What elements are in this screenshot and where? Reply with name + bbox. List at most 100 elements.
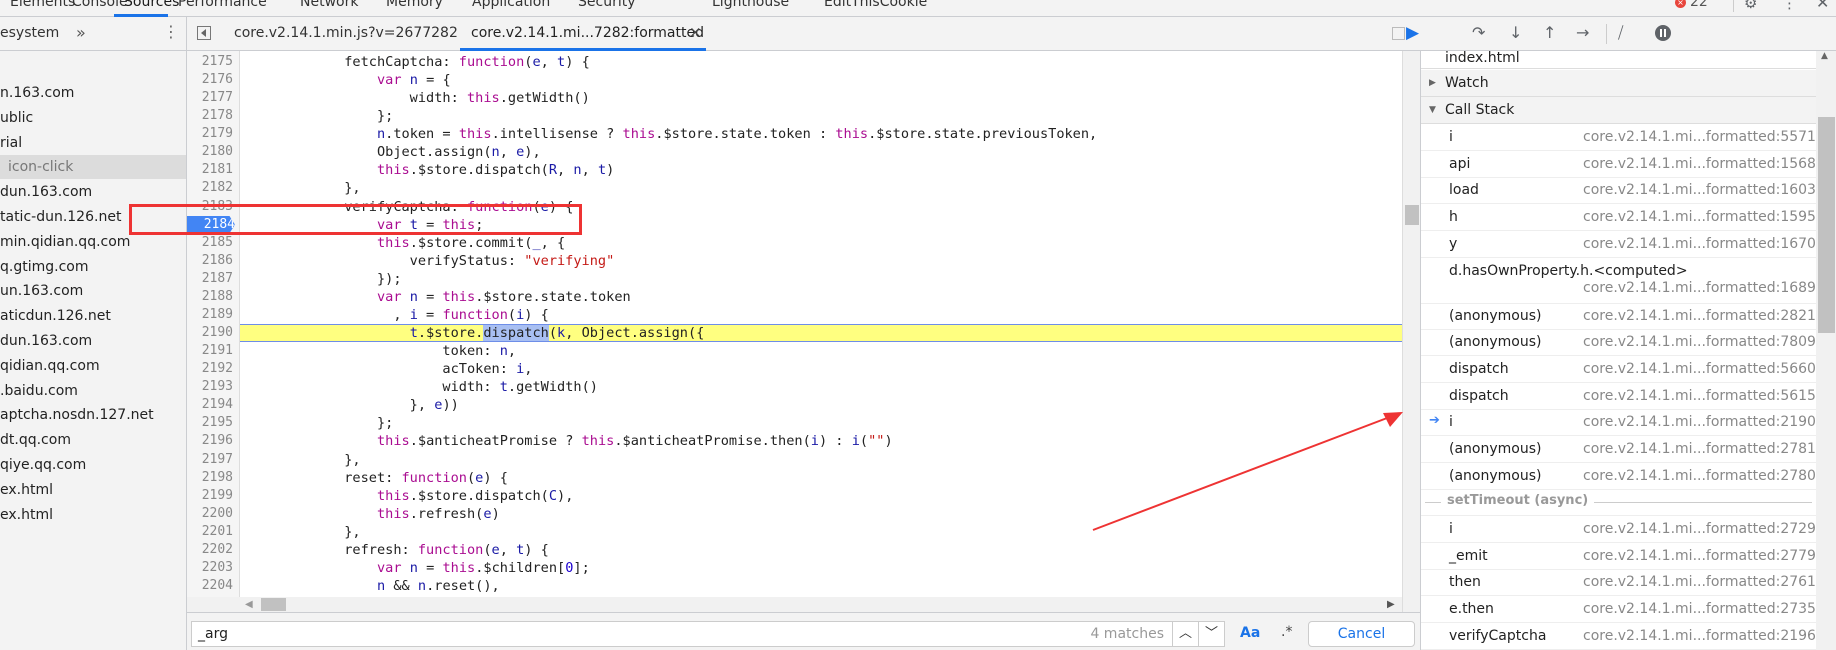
- line-number[interactable]: 2178: [187, 107, 233, 125]
- call-stack-frame[interactable]: i core.v2.14.1.mi...formatted:2729: [1421, 516, 1816, 543]
- frame-location[interactable]: core.v2.14.1.mi...formatted:1603: [1583, 182, 1816, 198]
- call-stack-frame[interactable]: dispatch core.v2.14.1.mi...formatted:5660: [1421, 356, 1816, 383]
- call-stack-frame[interactable]: (anonymous) core.v2.14.1.mi...formatted:2…: [1421, 436, 1816, 463]
- line-number[interactable]: 2204: [187, 577, 233, 595]
- line-number[interactable]: 2195: [187, 414, 233, 432]
- resume-icon[interactable]: ▶︎: [1406, 24, 1419, 42]
- call-stack-frame[interactable]: _emit core.v2.14.1.mi...formatted:2779: [1421, 543, 1816, 570]
- call-stack-frame[interactable]: (anonymous) core.v2.14.1.mi...formatted:2…: [1421, 303, 1816, 330]
- line-number[interactable]: 2189: [187, 306, 233, 324]
- line-number[interactable]: 2191: [187, 342, 233, 360]
- next-match-button[interactable]: ﹀: [1198, 622, 1224, 646]
- toggle-debugger-icon[interactable]: [1392, 27, 1405, 40]
- line-number[interactable]: 2181: [187, 161, 233, 179]
- frame-location[interactable]: core.v2.14.1.mi...formatted:5615: [1583, 388, 1816, 404]
- line-number[interactable]: 2182: [187, 179, 233, 197]
- line-number-gutter[interactable]: 2175 2176 2177 2178 2179 2180 2181 2182 2183 2184…: [187, 51, 240, 597]
- frame-location[interactable]: core.v2.14.1.mi...formatted:2761: [1583, 574, 1816, 590]
- call-stack-frame[interactable]: e.then core.v2.14.1.mi...formatted:2735: [1421, 596, 1816, 623]
- line-number[interactable]: 2198: [187, 469, 233, 487]
- line-number[interactable]: 2188: [187, 288, 233, 306]
- navigator-item[interactable]: n.163.com: [0, 81, 186, 105]
- line-number[interactable]: 2179: [187, 125, 233, 143]
- scrollbar-thumb[interactable]: [1405, 205, 1419, 225]
- navigator-item[interactable]: dun.163.com: [0, 329, 186, 353]
- frame-location[interactable]: core.v2.14.1.mi...formatted:5660: [1583, 361, 1816, 377]
- debugger-scrollbar[interactable]: ▲: [1816, 51, 1836, 650]
- call-stack-frame[interactable]: (anonymous) core.v2.14.1.mi...formatted:7…: [1421, 329, 1816, 357]
- line-number[interactable]: 2202: [187, 541, 233, 559]
- navigator-item[interactable]: dun.163.com: [0, 180, 186, 204]
- line-number[interactable]: 2175: [187, 53, 233, 71]
- navigator-item[interactable]: aptcha.nosdn.127.net: [0, 403, 186, 427]
- call-stack-frame[interactable]: then core.v2.14.1.mi...formatted:2761: [1421, 569, 1816, 597]
- frame-location[interactable]: core.v2.14.1.mi...formatted:7809: [1583, 334, 1816, 350]
- line-number[interactable]: 2203: [187, 559, 233, 577]
- line-number[interactable]: 2186: [187, 252, 233, 270]
- frame-location[interactable]: core.v2.14.1.mi...formatted:2781: [1583, 441, 1816, 457]
- deactivate-breakpoints-icon[interactable]: ⧸: [1618, 24, 1623, 42]
- frame-location[interactable]: core.v2.14.1.mi...formatted:1689: [1583, 280, 1816, 296]
- tab-lighthouse[interactable]: Lighthouse: [712, 0, 789, 10]
- tab-sources[interactable]: Sources: [124, 0, 179, 10]
- frame-location[interactable]: core.v2.14.1.mi...formatted:5571: [1583, 129, 1816, 145]
- call-stack-frame[interactable]: ➔ i core.v2.14.1.mi...formatted:2190: [1421, 409, 1816, 437]
- navigator-menu-icon[interactable]: ⋮: [163, 22, 179, 41]
- call-stack-frame[interactable]: y core.v2.14.1.mi...formatted:1670: [1421, 231, 1816, 258]
- line-number[interactable]: 2192: [187, 360, 233, 378]
- tab-console[interactable]: Console: [72, 0, 128, 10]
- line-number[interactable]: 2176: [187, 71, 233, 89]
- frame-location[interactable]: core.v2.14.1.mi...formatted:2729: [1583, 521, 1816, 537]
- navigator-item[interactable]: aticdun.126.net: [0, 304, 186, 328]
- call-stack-frame[interactable]: d.hasOwnProperty.h.<computed> core.v2.14.…: [1421, 258, 1816, 304]
- pause-on-exceptions-icon[interactable]: [1655, 25, 1671, 41]
- line-number[interactable]: 2200: [187, 505, 233, 523]
- tab-editthiscookie[interactable]: EditThisCookie: [824, 0, 927, 10]
- tab-memory[interactable]: Memory: [386, 0, 443, 10]
- navigator-item[interactable]: un.163.com: [0, 279, 186, 303]
- gear-icon[interactable]: ⚙: [1744, 0, 1757, 12]
- navigator-item[interactable]: dt.qq.com: [0, 428, 186, 452]
- line-number[interactable]: 2180: [187, 143, 233, 161]
- step-over-icon[interactable]: ↷: [1472, 24, 1485, 42]
- editor-tab-formatted[interactable]: core.v2.14.1.mi...7282:formatted ×: [460, 17, 706, 51]
- call-stack-frame[interactable]: i core.v2.14.1.mi...formatted:5571: [1421, 124, 1816, 151]
- line-number[interactable]: 2187: [187, 270, 233, 288]
- call-stack-frame[interactable]: load core.v2.14.1.mi...formatted:1603: [1421, 177, 1816, 205]
- step-into-icon[interactable]: ↓: [1509, 24, 1522, 42]
- tab-security[interactable]: Security: [578, 0, 636, 10]
- scroll-right-icon[interactable]: ▶: [1387, 599, 1395, 610]
- editor-tab-minified[interactable]: core.v2.14.1.min.js?v=2677282: [234, 25, 458, 41]
- navigator-item[interactable]: q.gtimg.com: [0, 255, 186, 279]
- line-number[interactable]: 2194: [187, 396, 233, 414]
- navigator-tab-filesystem[interactable]: esystem: [0, 25, 59, 41]
- navigator-item[interactable]: ex.html: [0, 503, 186, 527]
- navigator-item[interactable]: ex.html: [0, 478, 186, 502]
- call-stack-frame[interactable]: (anonymous) core.v2.14.1.mi...formatted:2…: [1421, 463, 1816, 490]
- scroll-up-icon[interactable]: ▲: [1821, 51, 1828, 61]
- frame-location[interactable]: core.v2.14.1.mi...formatted:2821: [1583, 308, 1816, 324]
- close-devtools-icon[interactable]: ✕: [1816, 0, 1829, 12]
- frame-location[interactable]: core.v2.14.1.mi...formatted:2780: [1583, 468, 1816, 484]
- call-stack-frame[interactable]: h core.v2.14.1.mi...formatted:1595: [1421, 204, 1816, 232]
- frame-location[interactable]: core.v2.14.1.mi...formatted:2190: [1583, 414, 1816, 430]
- tab-network[interactable]: Network: [300, 0, 358, 10]
- navigator-item[interactable]: rial: [0, 131, 186, 155]
- callstack-section-header[interactable]: ▼ Call Stack: [1421, 97, 1816, 124]
- line-number[interactable]: 2190: [187, 324, 233, 342]
- line-number[interactable]: 2196: [187, 432, 233, 450]
- error-count[interactable]: 22: [1690, 0, 1708, 10]
- regex-button[interactable]: .*: [1281, 624, 1292, 640]
- tab-elements[interactable]: Elements: [10, 0, 75, 10]
- navigator-item[interactable]: qiye.qq.com: [0, 453, 186, 477]
- more-icon[interactable]: ⋮: [1782, 0, 1797, 12]
- navigator-item[interactable]: icon-click: [0, 155, 186, 180]
- tab-performance[interactable]: Performance: [178, 0, 267, 10]
- tab-application[interactable]: Application: [472, 0, 550, 10]
- frame-location[interactable]: core.v2.14.1.mi...formatted:1670: [1583, 236, 1816, 252]
- call-stack-frame[interactable]: verifyCaptcha core.v2.14.1.mi...formatted…: [1421, 623, 1816, 650]
- step-out-icon[interactable]: ↑: [1543, 24, 1556, 42]
- scroll-left-icon[interactable]: ◀: [245, 599, 253, 610]
- scrollbar-thumb[interactable]: [261, 598, 286, 611]
- editor-horizontal-scrollbar[interactable]: ◀ ▶: [187, 597, 1402, 612]
